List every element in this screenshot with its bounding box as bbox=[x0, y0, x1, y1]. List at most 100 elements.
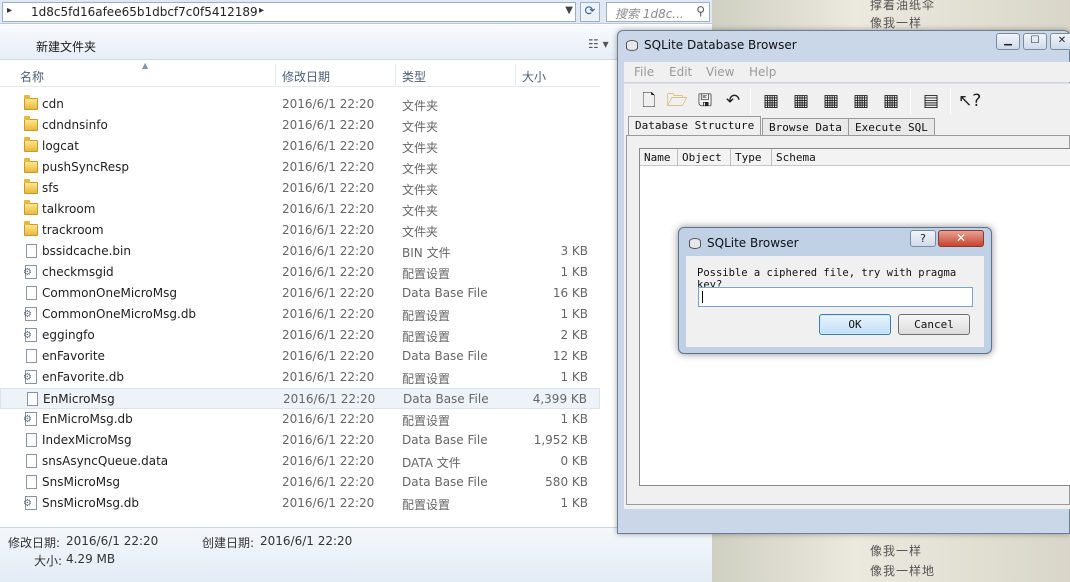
file-date: 2016/6/1 22:20 bbox=[282, 244, 375, 258]
address-bar[interactable]: ▸ 1d8c5fd16afee65b1dbcf7c0f5412189 ▸ ▼ bbox=[2, 2, 576, 22]
cancel-button[interactable]: Cancel bbox=[898, 314, 970, 335]
file-row[interactable]: IndexMicroMsg 2016/6/1 22:20 Data Base Fil… bbox=[0, 430, 600, 451]
file-row[interactable]: SnsMicroMsg.db 2016/6/1 22:20 配置设置 1 KB bbox=[0, 493, 600, 514]
close-button[interactable]: ✕ bbox=[938, 230, 984, 247]
tree-header: Name Object Type Schema bbox=[640, 149, 1070, 166]
help-button[interactable]: ? bbox=[910, 230, 936, 247]
open-database-icon[interactable]: 🗁 bbox=[666, 90, 688, 112]
toolbar-separator bbox=[950, 88, 951, 114]
file-date: 2016/6/1 22:20 bbox=[282, 160, 375, 174]
undo-icon[interactable]: ↶ bbox=[722, 90, 744, 112]
close-button[interactable]: ✕ bbox=[1050, 33, 1070, 50]
search-icon[interactable]: ⚲ bbox=[696, 4, 705, 18]
tree-column-object[interactable]: Object bbox=[682, 151, 722, 164]
column-divider[interactable] bbox=[730, 149, 731, 166]
file-type: Data Base File bbox=[402, 433, 488, 447]
tree-column-type[interactable]: Type bbox=[735, 151, 762, 164]
file-name: checkmsgid bbox=[42, 265, 114, 279]
folder-icon bbox=[24, 137, 38, 152]
view-options-icon[interactable]: ☷ ▾ bbox=[588, 37, 609, 51]
search-input[interactable]: 搜索 1d8c... ⚲ bbox=[606, 2, 710, 22]
address-path[interactable]: 1d8c5fd16afee65b1dbcf7c0f5412189 bbox=[31, 5, 258, 19]
maximize-button[interactable]: ☐ bbox=[1023, 33, 1047, 50]
file-row[interactable]: logcat 2016/6/1 22:20 文件夹 bbox=[0, 136, 600, 157]
file-size: 12 KB bbox=[552, 349, 588, 363]
minimize-button[interactable]: ▁ bbox=[996, 33, 1020, 50]
tab-execute-sql[interactable]: Execute SQL bbox=[848, 118, 935, 136]
file-row[interactable]: snsAsyncQueue.data 2016/6/1 22:20 DATA 文件 0… bbox=[0, 451, 600, 472]
file-name: EnMicroMsg.db bbox=[42, 412, 133, 426]
file-row[interactable]: checkmsgid 2016/6/1 22:20 配置设置 1 KB bbox=[0, 262, 600, 283]
file-row[interactable]: pushSyncResp 2016/6/1 22:20 文件夹 bbox=[0, 157, 600, 178]
file-row[interactable]: eggingfo 2016/6/1 22:20 配置设置 2 KB bbox=[0, 325, 600, 346]
menu-file[interactable]: File bbox=[634, 65, 654, 79]
column-divider[interactable] bbox=[677, 149, 678, 166]
file-size: 1 KB bbox=[560, 496, 588, 510]
file-row[interactable]: EnMicroMsg 2016/6/1 22:20 Data Base File 4,… bbox=[0, 388, 600, 409]
column-divider[interactable] bbox=[515, 64, 516, 86]
create-index-icon[interactable]: ▦ bbox=[850, 90, 872, 112]
config-file-icon bbox=[23, 328, 37, 342]
file-row[interactable]: trackroom 2016/6/1 22:20 文件夹 bbox=[0, 220, 600, 241]
file-row[interactable]: bssidcache.bin 2016/6/1 22:20 BIN 文件 3 KB bbox=[0, 241, 600, 262]
file-row[interactable]: sfs 2016/6/1 22:20 文件夹 bbox=[0, 178, 600, 199]
file-row[interactable]: EnMicroMsg.db 2016/6/1 22:20 配置设置 1 KB bbox=[0, 409, 600, 430]
column-divider[interactable] bbox=[395, 64, 396, 86]
file-row[interactable]: enFavorite.db 2016/6/1 22:20 配置设置 1 KB bbox=[0, 367, 600, 388]
file-row[interactable]: CommonOneMicroMsg 2016/6/1 22:20 Data Base… bbox=[0, 283, 600, 304]
file-date: 2016/6/1 22:20 bbox=[282, 181, 375, 195]
save-icon[interactable]: 🖫 bbox=[694, 90, 716, 112]
file-row[interactable]: SnsMicroMsg 2016/6/1 22:20 Data Base File 5… bbox=[0, 472, 600, 493]
column-name[interactable]: 名称 bbox=[20, 68, 44, 85]
file-name: sfs bbox=[42, 181, 59, 195]
path-arrow-icon[interactable]: ▸ bbox=[7, 5, 12, 16]
tree-column-name[interactable]: Name bbox=[644, 151, 671, 164]
delete-table-icon[interactable]: ▦ bbox=[790, 90, 812, 112]
file-row[interactable]: cdndnsinfo 2016/6/1 22:20 文件夹 bbox=[0, 115, 600, 136]
search-placeholder: 搜索 1d8c... bbox=[615, 7, 684, 21]
file-size: 580 KB bbox=[545, 475, 588, 489]
file-date: 2016/6/1 22:20 bbox=[282, 370, 375, 384]
modified-label: 修改日期: bbox=[8, 536, 61, 550]
new-database-icon[interactable]: 🗋 bbox=[638, 90, 660, 112]
toolbar-separator bbox=[750, 88, 751, 114]
file-row[interactable]: enFavorite 2016/6/1 22:20 Data Base File 12… bbox=[0, 346, 600, 367]
menu-help[interactable]: Help bbox=[749, 65, 776, 79]
pragma-key-input[interactable] bbox=[698, 287, 973, 307]
path-arrow-icon[interactable]: ▸ bbox=[259, 5, 264, 16]
file-icon bbox=[26, 286, 37, 300]
file-name: EnMicroMsg bbox=[43, 392, 115, 406]
refresh-button[interactable]: ⟳ bbox=[580, 2, 600, 22]
folder-icon bbox=[24, 200, 38, 215]
file-date: 2016/6/1 22:20 bbox=[282, 454, 375, 468]
file-row[interactable]: cdn 2016/6/1 22:20 文件夹 bbox=[0, 94, 600, 115]
new-folder-button[interactable]: 新建文件夹 bbox=[36, 38, 96, 55]
whats-this-icon[interactable]: ↖? bbox=[958, 90, 981, 112]
tree-column-schema[interactable]: Schema bbox=[776, 151, 816, 164]
file-row[interactable]: CommonOneMicroMsg.db 2016/6/1 22:20 配置设置 1 … bbox=[0, 304, 600, 325]
file-type: 文件夹 bbox=[402, 225, 439, 239]
file-name: SnsMicroMsg.db bbox=[42, 496, 140, 510]
chevron-down-icon[interactable]: ▼ bbox=[565, 5, 573, 16]
menu-edit[interactable]: Edit bbox=[669, 65, 692, 79]
column-date[interactable]: 修改日期 bbox=[282, 68, 330, 85]
ok-button[interactable]: OK bbox=[819, 314, 891, 335]
file-date: 2016/6/1 22:20 bbox=[282, 118, 375, 132]
log-window-icon[interactable]: ▤ bbox=[920, 90, 942, 112]
wallpaper-text: 撑着油纸伞 bbox=[870, 0, 936, 12]
modify-table-icon[interactable]: ▦ bbox=[820, 90, 842, 112]
column-size[interactable]: 大小 bbox=[522, 68, 546, 85]
tab-browse-data[interactable]: Browse Data bbox=[762, 118, 849, 136]
column-divider[interactable] bbox=[771, 149, 772, 166]
create-table-icon[interactable]: ▦ bbox=[760, 90, 782, 112]
tab-database-structure[interactable]: Database Structure bbox=[628, 116, 762, 136]
menu-view[interactable]: View bbox=[706, 65, 734, 79]
delete-index-icon[interactable]: ▦ bbox=[880, 90, 902, 112]
sqlite-title-bar[interactable]: SQLite Database Browser ▁ ☐ ✕ bbox=[618, 31, 1070, 59]
column-type[interactable]: 类型 bbox=[402, 68, 426, 85]
column-divider[interactable] bbox=[275, 64, 276, 86]
sqlite-menu-bar: File Edit View Help bbox=[624, 62, 1070, 82]
wallpaper-text: 像我一样地 bbox=[870, 564, 936, 578]
file-size: 3 KB bbox=[560, 244, 588, 258]
file-row[interactable]: talkroom 2016/6/1 22:20 文件夹 bbox=[0, 199, 600, 220]
